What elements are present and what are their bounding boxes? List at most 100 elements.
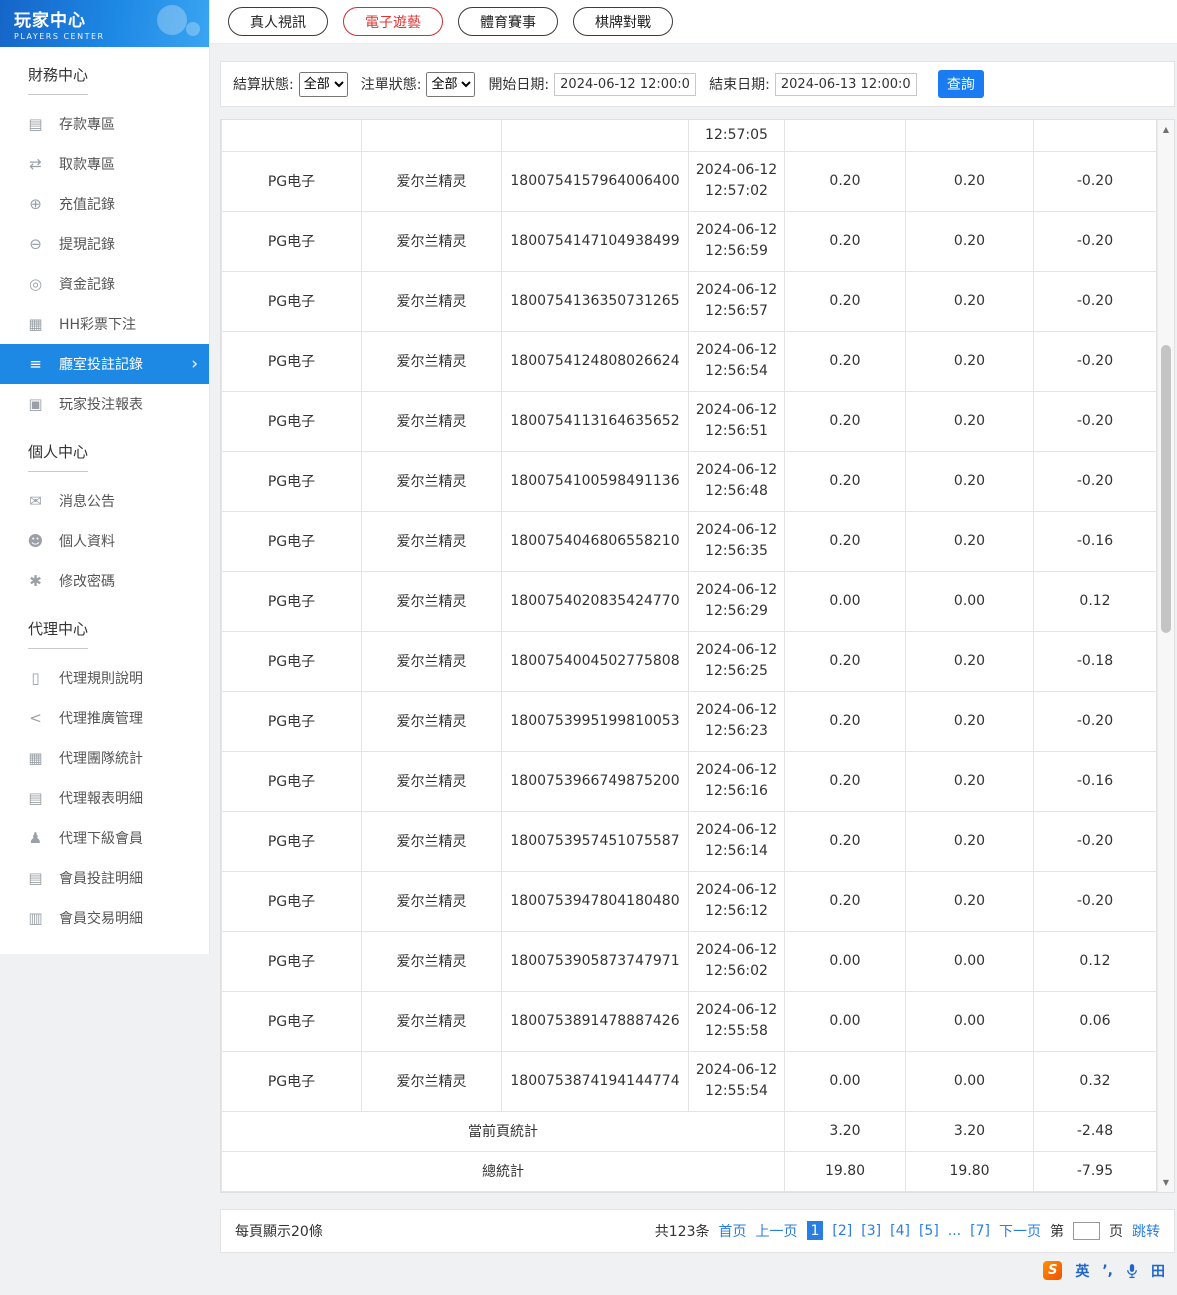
tab-item[interactable]: 真人視訊 [228, 7, 328, 36]
ime-language-icon[interactable]: 英 [1075, 1261, 1089, 1281]
valid-bet-cell: 0.20 [905, 210, 1034, 272]
sidebar-item[interactable]: ▯ 代理規則說明 [0, 658, 209, 698]
page-link[interactable]: [2] [832, 1223, 852, 1239]
bet-time: 12:57:02 [705, 183, 768, 199]
next-page-link[interactable]: 下一页 [999, 1221, 1041, 1241]
sidebar-item[interactable]: ▣ 玩家投注報表 [0, 384, 209, 424]
summary-row: 當前頁統計 3.20 3.20 -2.48 [221, 1110, 1157, 1152]
search-button[interactable]: 查詢 [937, 70, 984, 98]
page-link[interactable]: [4] [890, 1223, 910, 1239]
sidebar-item[interactable]: ⊖ 提現記錄 [0, 224, 209, 264]
time-cell: 2024-06-12 12:56:25 [688, 630, 785, 692]
jump-go-link[interactable]: 跳转 [1132, 1221, 1160, 1241]
sidebar-item[interactable]: ≡ 廳室投註記錄 › [0, 344, 209, 384]
sidebar-item[interactable]: ◎ 資金記錄 [0, 264, 209, 304]
time-cell: 2024-06-12 12:56:29 [688, 570, 785, 632]
jump-page-input[interactable] [1073, 1221, 1100, 1240]
sidebar-item[interactable]: ✉ 消息公告 [0, 481, 209, 521]
sidebar-item[interactable]: < 代理推廣管理 [0, 698, 209, 738]
tab-item[interactable]: 電子遊藝 [343, 7, 443, 36]
game-cell: 爱尔兰精灵 [361, 210, 502, 272]
order-number-cell: 1800753966749875200 [501, 750, 689, 812]
sidebar-item-label: 代理下級會員 [59, 831, 143, 847]
records-table-container: 12:57:05 PG电子 爱尔兰精灵 1800754157964006400 2024… [220, 119, 1175, 1193]
bet-date: 2024-06-12 [695, 702, 778, 718]
empty-cell [361, 120, 502, 152]
category-tabs: 真人視訊 電子遊藝 體育賽事 棋牌對戰 [210, 0, 1177, 44]
sidebar-item[interactable]: ▤ 代理報表明細 [0, 778, 209, 818]
sidebar-item[interactable]: ✱ 修改密碼 [0, 561, 209, 601]
order-number-cell: 1800754157964006400 [501, 150, 689, 212]
app-subtitle: PLAYERS CENTER [14, 32, 105, 41]
current-page[interactable]: 1 [806, 1221, 824, 1240]
platform-cell: PG电子 [221, 990, 362, 1052]
order-number-cell: 1800754020835424770 [501, 570, 689, 632]
order-number-cell: 1800753891478887426 [501, 990, 689, 1052]
sidebar-section-title: 個人中心 [0, 424, 209, 481]
sidebar-item[interactable]: ⊕ 充值記錄 [0, 184, 209, 224]
game-cell: 爱尔兰精灵 [361, 270, 502, 332]
bet-amount-cell: 0.20 [784, 750, 906, 812]
section-title-text: 財務中心 [28, 64, 89, 95]
sidebar-item[interactable]: ▤ 存款專區 [0, 104, 209, 144]
sogou-input-logo-icon[interactable]: S [1043, 1261, 1063, 1280]
player-report-icon: ▣ [28, 395, 43, 413]
start-date-input[interactable] [554, 72, 697, 96]
end-date-label: 結束日期: [709, 77, 770, 93]
order-number-cell: 1800753957451075587 [501, 810, 689, 872]
sidebar-item-label: 代理規則說明 [59, 671, 143, 687]
time-cell: 2024-06-12 12:56:35 [688, 510, 785, 572]
time-cell: 2024-06-12 12:56:23 [688, 690, 785, 752]
page-ellipsis[interactable]: ... [948, 1223, 961, 1239]
sidebar-item[interactable]: ▦ HH彩票下注 [0, 304, 209, 344]
first-page-link[interactable]: 首页 [719, 1221, 747, 1241]
settle-status-select[interactable]: 全部 [298, 71, 348, 97]
microphone-icon [1127, 1263, 1137, 1278]
page-size-label: 每頁顯示20條 [235, 1223, 323, 1240]
tab-item[interactable]: 體育賽事 [458, 7, 558, 36]
jump-label-post: 页 [1109, 1223, 1123, 1240]
scrollbar-thumb[interactable] [1161, 345, 1171, 633]
page-link[interactable]: [3] [861, 1223, 881, 1239]
ime-voice-icon[interactable] [1126, 1263, 1138, 1279]
deposit-icon: ▤ [28, 115, 43, 133]
winloss-cell: -0.20 [1033, 870, 1157, 932]
end-date-input[interactable] [774, 72, 917, 96]
sidebar-item-label: 廳室投註記錄 [59, 357, 143, 373]
scroll-up-icon[interactable]: ▲ [1158, 121, 1174, 137]
settle-status-label: 結算狀態: [233, 77, 294, 93]
scroll-down-icon[interactable]: ▼ [1158, 1175, 1174, 1191]
table-row: PG电子 爱尔兰精灵 1800753891478887426 2024-06-12 12… [221, 990, 1157, 1052]
time-cell: 2024-06-12 12:56:54 [688, 330, 785, 392]
bet-date: 2024-06-12 [695, 522, 778, 538]
bet-amount-cell: 0.20 [784, 690, 906, 752]
platform-cell: PG电子 [221, 570, 362, 632]
sidebar-item[interactable]: ♟ 代理下級會員 [0, 818, 209, 858]
ime-keyboard-icon[interactable]: 田 [1151, 1261, 1165, 1281]
sidebar-item-label: 資金記錄 [59, 277, 115, 293]
vertical-scrollbar[interactable]: ▲ ▼ [1157, 120, 1174, 1192]
page-link[interactable]: [5] [919, 1223, 939, 1239]
sidebar-item[interactable]: ▥ 會員交易明細 [0, 898, 209, 938]
summary-row: 總統計 19.80 19.80 -7.95 [221, 1150, 1157, 1192]
tab-item[interactable]: 棋牌對戰 [573, 7, 673, 36]
bet-date: 2024-06-12 [695, 762, 778, 778]
ime-punctuation-icon[interactable]: ’, [1102, 1263, 1113, 1279]
game-cell: 爱尔兰精灵 [361, 330, 502, 392]
sidebar-panel: 玩家中心 PLAYERS CENTER 財務中心 ▤ 存款專區 ⇄ 取款專區 ⊕ 充值記錄 ⊖… [0, 0, 210, 954]
order-number-cell: 1800754136350731265 [501, 270, 689, 332]
order-status-select[interactable]: 全部 [426, 71, 476, 97]
valid-bet-cell: 0.20 [905, 330, 1034, 392]
order-number-cell: 1800753874194144774 [501, 1050, 689, 1112]
sidebar-item[interactable]: ☻ 個人資料 [0, 521, 209, 561]
prev-page-link[interactable]: 上一页 [756, 1221, 798, 1241]
winloss-cell: 0.06 [1033, 990, 1157, 1052]
sidebar-item[interactable]: ▦ 代理團隊統計 [0, 738, 209, 778]
winloss-cell: -2.48 [1033, 1110, 1157, 1152]
bet-time: 12:56:16 [705, 783, 768, 799]
winloss-cell: -0.16 [1033, 750, 1157, 812]
sidebar-item[interactable]: ⇄ 取款專區 [0, 144, 209, 184]
sidebar-item[interactable]: ▤ 會員投註明細 [0, 858, 209, 898]
page-link[interactable]: [7] [970, 1223, 990, 1239]
bet-time: 12:56:57 [705, 303, 768, 319]
